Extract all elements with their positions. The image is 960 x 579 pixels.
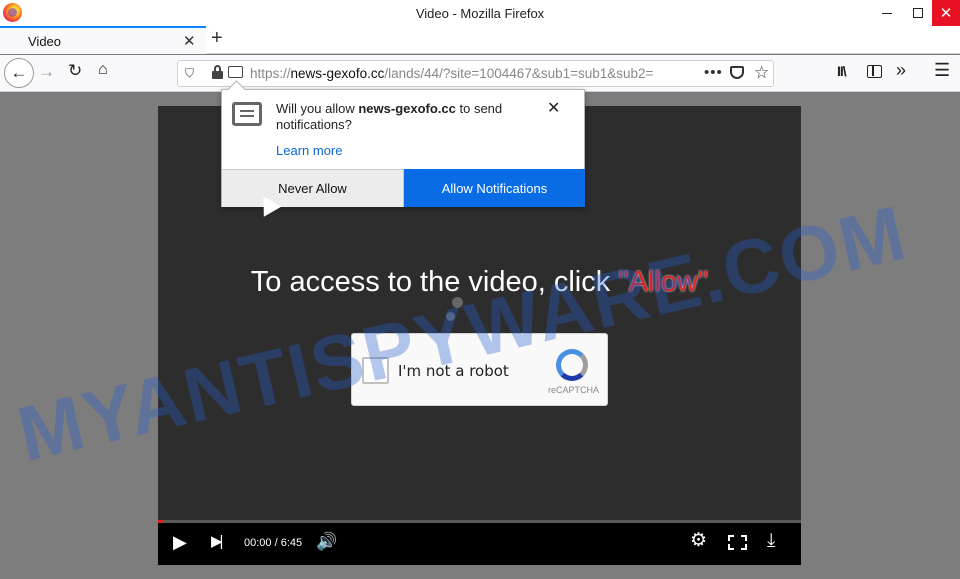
settings-gear-icon[interactable]: ⚙ bbox=[690, 529, 707, 552]
recaptcha-widget[interactable]: I'm not a robot reCAPTCHA bbox=[351, 333, 608, 406]
tab-video[interactable]: Video ✕ bbox=[0, 26, 206, 54]
maximize-icon bbox=[913, 8, 923, 18]
recaptcha-label: I'm not a robot bbox=[398, 362, 509, 380]
minimize-icon bbox=[882, 12, 892, 14]
recaptcha-brand: reCAPTCHA bbox=[548, 385, 600, 395]
tab-label: Video bbox=[28, 34, 62, 49]
loading-spinner-dot bbox=[446, 312, 455, 321]
hamburger-menu-icon[interactable]: ☰ bbox=[934, 60, 950, 81]
message-icon bbox=[232, 102, 262, 126]
forward-button[interactable]: → bbox=[38, 62, 55, 82]
url-text[interactable]: https://news-gexofo.cc/lands/44/?site=10… bbox=[250, 66, 696, 81]
allow-notifications-button[interactable]: Allow Notifications bbox=[404, 169, 585, 207]
time-display: 00:00 / 6:45 bbox=[244, 537, 303, 549]
progress-bar[interactable] bbox=[158, 520, 801, 523]
tab-strip: Video ✕ + bbox=[0, 26, 960, 54]
home-button[interactable]: ⌂ bbox=[98, 61, 108, 79]
tracking-shield-icon[interactable]: ⛉ bbox=[185, 66, 194, 81]
bookmark-star-icon[interactable]: ☆ bbox=[754, 63, 769, 83]
sidebar-icon[interactable] bbox=[867, 65, 882, 78]
progress-fill bbox=[158, 520, 165, 523]
close-tab-icon[interactable]: ✕ bbox=[183, 32, 196, 50]
close-window-button[interactable]: ✕ bbox=[932, 0, 960, 26]
navigation-bar: ← → ↻ ⌂ ⛉ https://news-gexofo.cc/lands/4… bbox=[0, 55, 960, 92]
fullscreen-icon[interactable] bbox=[728, 535, 747, 550]
window-title: Video - Mozilla Firefox bbox=[415, 6, 545, 21]
download-icon[interactable]: ⤓ bbox=[767, 530, 775, 552]
notification-permission-icon[interactable] bbox=[228, 66, 243, 78]
video-controls: ▶ ▶| 00:00 / 6:45 🔊 ⚙ ⤓ bbox=[158, 520, 801, 565]
cta-text: To access to the video, click "Allow" bbox=[250, 266, 709, 298]
reload-button[interactable]: ↻ bbox=[68, 61, 82, 81]
lock-icon[interactable] bbox=[212, 65, 223, 79]
minimize-button[interactable] bbox=[872, 0, 902, 26]
url-bar[interactable]: ⛉ https://news-gexofo.cc/lands/44/?site=… bbox=[177, 60, 774, 87]
play-icon[interactable]: ▶ bbox=[173, 532, 187, 553]
page-actions-icon[interactable]: ••• bbox=[704, 64, 723, 81]
overflow-menu-icon[interactable]: » bbox=[896, 60, 906, 81]
volume-icon[interactable]: 🔊 bbox=[316, 532, 337, 552]
recaptcha-logo-icon bbox=[556, 349, 588, 381]
learn-more-link[interactable]: Learn more bbox=[276, 143, 342, 158]
new-tab-button[interactable]: + bbox=[211, 27, 223, 50]
title-bar: Video - Mozilla Firefox ✕ bbox=[0, 0, 960, 26]
popup-message: Will you allow news-gexofo.cc to send no… bbox=[276, 101, 503, 132]
pocket-icon[interactable] bbox=[730, 66, 744, 79]
maximize-button[interactable] bbox=[903, 0, 933, 26]
back-button[interactable]: ← bbox=[4, 58, 34, 88]
next-icon[interactable]: ▶| bbox=[211, 532, 224, 550]
notification-permission-popup: Will you allow news-gexofo.cc to send no… bbox=[221, 89, 585, 207]
never-allow-button[interactable]: Never Allow bbox=[222, 169, 404, 207]
recaptcha-checkbox[interactable] bbox=[362, 357, 389, 384]
popup-close-icon[interactable]: ✕ bbox=[547, 98, 560, 118]
library-icon[interactable]: II\ bbox=[837, 63, 847, 79]
loading-spinner-dot bbox=[452, 297, 463, 308]
